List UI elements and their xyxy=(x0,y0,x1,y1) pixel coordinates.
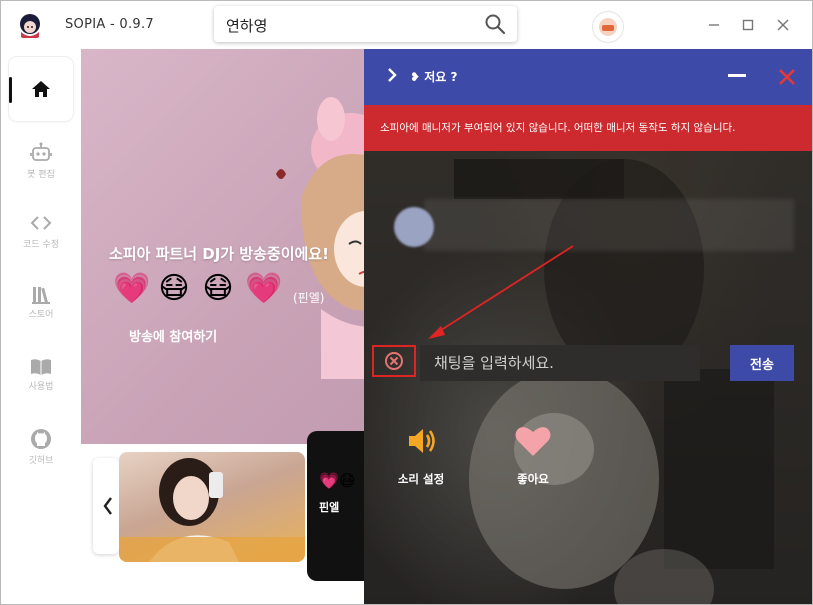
chat-input[interactable] xyxy=(420,345,700,381)
live-card-thumbnail[interactable] xyxy=(119,452,305,562)
heart-emoji: 💗 xyxy=(113,271,151,306)
live-title: ❥ 저요 ? xyxy=(410,70,458,84)
live-card-dark[interactable]: 💗😷 핀엘 xyxy=(307,431,367,581)
host-info-bar xyxy=(424,199,794,251)
close-circle-icon[interactable] xyxy=(384,351,404,371)
search-input[interactable]: 연하영 xyxy=(226,15,267,36)
minimize-panel-icon[interactable] xyxy=(728,74,746,77)
chat-input-row: 전송 xyxy=(364,339,812,381)
github-icon xyxy=(31,429,51,449)
live-player-panel: ❥ 저요 ? 소피아에 매니저가 부여되어 있지 않습니다. 어떠한 매니저 동… xyxy=(364,49,812,604)
dj-name-caption: (핀엘) xyxy=(293,291,325,305)
like-label: 좋아요 xyxy=(517,472,549,486)
code-icon xyxy=(30,216,52,230)
manager-warning-text: 소피아에 매니저가 부여되어 있지 않습니다. 어떠한 매니저 동작도 하지 않… xyxy=(380,122,736,134)
sidebar-item-label: 사용법 xyxy=(28,382,54,392)
chevron-right-icon[interactable] xyxy=(384,67,400,83)
sidebar-item-home[interactable] xyxy=(9,57,73,121)
sound-settings-label: 소리 설정 xyxy=(397,472,445,486)
heart-emoji: 💗 xyxy=(245,271,283,306)
send-chat-button[interactable]: 전송 xyxy=(730,345,794,381)
app-title: SOPIA - 0.9.7 xyxy=(65,17,154,32)
heart-icon xyxy=(515,427,551,456)
sidebar-item-label: 코드 수정 xyxy=(23,240,59,250)
like-button[interactable]: 좋아요 xyxy=(498,421,568,487)
banner-headline: 소피아 파트너 DJ가 방송중이에요! xyxy=(109,245,329,263)
manager-warning-banner: 소피아에 매니저가 부여되어 있지 않습니다. 어떠한 매니저 동작도 하지 않… xyxy=(364,105,812,151)
app-logo xyxy=(15,10,45,40)
thumbnail-image xyxy=(119,458,305,562)
mask-emoji: 😷 xyxy=(202,271,234,306)
sidebar-item-github[interactable]: 깃허브 xyxy=(9,415,73,479)
chevron-left-icon[interactable] xyxy=(103,496,113,516)
close-panel-icon[interactable] xyxy=(777,67,797,87)
mask-emoji: 😷 xyxy=(158,271,190,306)
sidebar-item-store[interactable]: 스토어 xyxy=(9,273,73,337)
sidebar-item-code[interactable]: 코드 수정 xyxy=(9,203,73,267)
title-bar: SOPIA - 0.9.7 연하영 xyxy=(1,1,812,49)
app-window: SOPIA - 0.9.7 연하영 봇 편집 코드 수정 스토어 사용법 깃허브… xyxy=(0,0,813,605)
prev-card[interactable] xyxy=(93,458,119,554)
minimize-icon[interactable] xyxy=(702,13,726,37)
card-emojis: 💗😷 xyxy=(319,471,356,490)
speaker-icon xyxy=(409,429,435,453)
user-avatar[interactable] xyxy=(592,11,624,43)
sidebar-item-bot-edit[interactable]: 봇 편집 xyxy=(9,133,73,197)
sidebar-item-label: 스토어 xyxy=(28,310,54,320)
card-dj-name: 핀엘 xyxy=(319,501,340,514)
panel-header: ❥ 저요 ? xyxy=(364,49,812,105)
sidebar: 봇 편집 코드 수정 스토어 사용법 깃허브 xyxy=(1,49,81,604)
home-icon xyxy=(32,81,50,97)
sidebar-item-guide[interactable]: 사용법 xyxy=(9,345,73,409)
host-avatar[interactable] xyxy=(394,207,434,247)
search-bar[interactable]: 연하영 xyxy=(214,6,517,42)
maximize-icon[interactable] xyxy=(736,13,760,37)
join-broadcast-button[interactable]: 방송에 참여하기 xyxy=(129,326,217,345)
search-icon[interactable] xyxy=(483,12,507,36)
active-indicator xyxy=(9,77,12,103)
sidebar-item-label: 봇 편집 xyxy=(27,170,55,180)
book-icon xyxy=(31,359,51,375)
robot-icon xyxy=(30,142,52,161)
sound-settings-button[interactable]: 소리 설정 xyxy=(386,421,456,487)
clear-chat-button[interactable] xyxy=(372,345,416,377)
sidebar-item-label: 깃허브 xyxy=(28,456,54,466)
close-icon[interactable] xyxy=(771,13,795,37)
library-icon xyxy=(32,287,50,304)
